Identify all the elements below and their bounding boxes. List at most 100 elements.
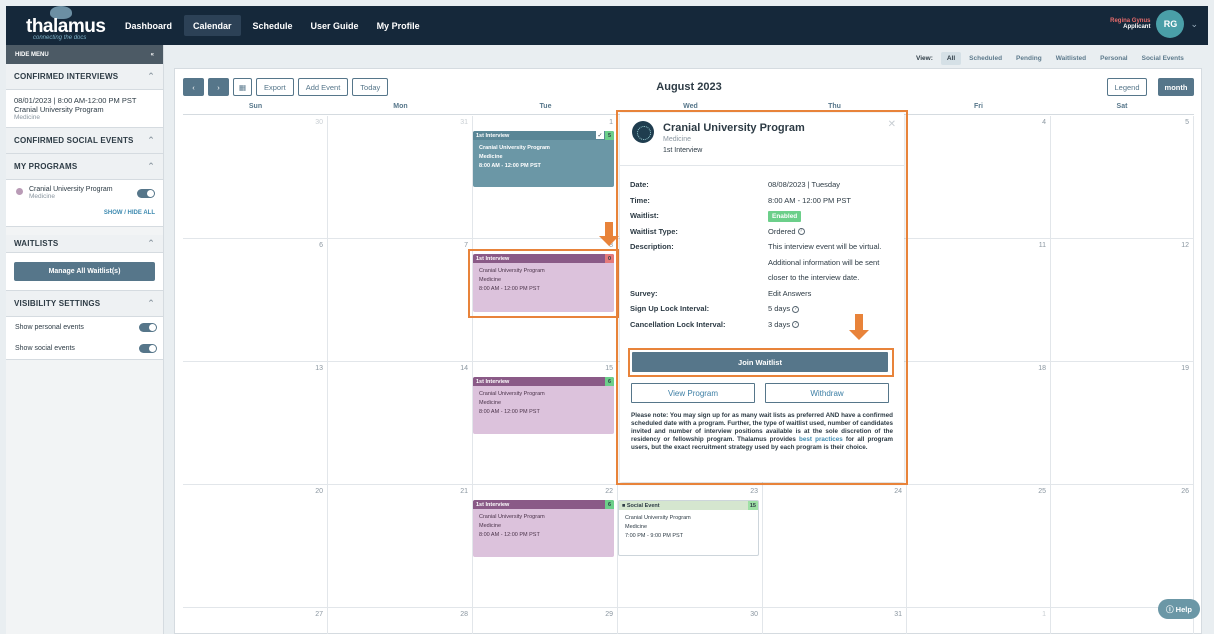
day-number: 30 <box>750 611 758 618</box>
user-role: Applicant <box>1123 24 1151 30</box>
confirmed-social-header[interactable]: CONFIRMED SOCIAL EVENTS ⌃ <box>6 128 163 154</box>
visibility-settings-header[interactable]: VISIBILITY SETTINGS ⌃ <box>6 291 163 317</box>
day-number: 31 <box>894 611 902 618</box>
hide-menu-bar[interactable]: HIDE MENU « <box>6 45 163 64</box>
day-number: 12 <box>1181 242 1189 249</box>
view-waitlisted[interactable]: Waitlisted <box>1050 52 1092 65</box>
day-cell[interactable]: 30 <box>618 608 763 634</box>
day-cell[interactable]: 25 <box>906 485 1051 608</box>
my-programs-header[interactable]: MY PROGRAMS ⌃ <box>6 154 163 180</box>
day-cell[interactable]: 7 <box>328 239 473 362</box>
day-cell[interactable]: 19 <box>1050 362 1194 485</box>
program-visibility-toggle[interactable] <box>137 188 155 198</box>
user-menu[interactable]: Regina Gynus Applicant RG ⌄ <box>1110 10 1198 38</box>
day-number: 18 <box>1038 365 1046 372</box>
event-type: 1st Interview <box>476 501 510 508</box>
day-cell[interactable]: 24 <box>762 485 907 608</box>
day-cell[interactable]: 11 <box>906 239 1051 362</box>
chevron-up-icon[interactable]: ⌃ <box>147 161 155 172</box>
nav-dashboard[interactable]: Dashboard <box>116 6 181 45</box>
weekday-header: Sat <box>1050 103 1194 115</box>
double-chevron-left-icon[interactable]: « <box>151 52 154 58</box>
day-cell[interactable]: 12 <box>1050 239 1194 362</box>
day-number: 7 <box>464 242 468 249</box>
day-cell[interactable]: 18 <box>906 362 1051 485</box>
section-title: VISIBILITY SETTINGS <box>14 299 101 308</box>
day-cell[interactable]: 1 <box>906 608 1051 634</box>
show-social-label: Show social events <box>15 345 75 352</box>
event-aug1-interview[interactable]: 1st Interview ✓ 5 Cranial University Prog… <box>473 131 614 187</box>
highlight-box-popup <box>616 110 908 485</box>
day-number: 20 <box>315 488 323 495</box>
day-cell[interactable]: 14 <box>328 362 473 485</box>
day-cell[interactable]: 28 <box>328 608 473 634</box>
day-cell[interactable]: 20 <box>183 485 328 608</box>
day-cell[interactable]: 27 <box>183 608 328 634</box>
chevron-up-icon[interactable]: ⌃ <box>147 135 155 146</box>
day-number: 15 <box>605 365 613 372</box>
nav-user-guide[interactable]: User Guide <box>302 6 368 45</box>
day-cell[interactable]: 5 <box>1050 116 1194 239</box>
confirmed-interviews-header[interactable]: CONFIRMED INTERVIEWS ⌃ <box>6 64 163 90</box>
chevron-up-icon[interactable]: ⌃ <box>147 71 155 82</box>
event-aug22-interview[interactable]: 1st Interview 6 Cranial University Progra… <box>473 500 614 557</box>
manage-waitlists-button[interactable]: Manage All Waitlist(s) <box>14 262 155 281</box>
day-cell[interactable]: 13 <box>183 362 328 485</box>
chevron-down-icon[interactable]: ⌄ <box>1190 19 1198 30</box>
day-cell[interactable]: 29 <box>473 608 618 634</box>
show-personal-toggle[interactable] <box>139 323 157 332</box>
view-social-events[interactable]: Social Events <box>1136 52 1190 65</box>
section-title: WAITLISTS <box>14 239 59 248</box>
event-type: 1st Interview <box>476 378 510 385</box>
event-aug23-social[interactable]: ■ Social Event 15 Cranial University Prog… <box>618 500 759 556</box>
show-social-row: Show social events <box>6 338 163 360</box>
highlight-box-join <box>628 348 894 377</box>
program-name: Cranial University Program <box>29 186 113 193</box>
view-filter: View: All Scheduled Pending Waitlisted P… <box>916 52 1190 65</box>
view-pending[interactable]: Pending <box>1010 52 1048 65</box>
day-number: 19 <box>1181 365 1189 372</box>
day-number: 28 <box>460 611 468 618</box>
legend-button[interactable]: Legend <box>1107 78 1147 96</box>
day-cell[interactable]: 4 <box>906 116 1051 239</box>
nav-calendar[interactable]: Calendar <box>184 15 241 36</box>
chevron-up-icon[interactable]: ⌃ <box>147 298 155 309</box>
view-all[interactable]: All <box>940 52 962 65</box>
event-program: Cranial University Program <box>479 391 545 397</box>
day-cell[interactable]: 30 <box>183 116 328 239</box>
waitlists-header[interactable]: WAITLISTS ⌃ <box>6 227 163 253</box>
help-button[interactable]: ⓘ Help <box>1158 599 1200 619</box>
weekday-header: Tue <box>473 103 618 115</box>
highlight-box-event <box>468 249 619 318</box>
day-cell[interactable]: 21 <box>328 485 473 608</box>
confirmed-interview-item[interactable]: 08/01/2023 | 8:00 AM-12:00 PM PST Crania… <box>6 90 163 128</box>
help-label: Help <box>1175 604 1192 614</box>
calendar-title: August 2023 <box>656 81 722 93</box>
view-label: View: <box>916 55 933 62</box>
day-cell[interactable]: 31 <box>328 116 473 239</box>
hide-menu-label: HIDE MENU <box>15 51 49 58</box>
show-social-toggle[interactable] <box>139 344 157 353</box>
avatar[interactable]: RG <box>1156 10 1185 38</box>
day-number: 1 <box>1042 611 1046 618</box>
event-specialty: Medicine <box>479 154 503 160</box>
view-personal[interactable]: Personal <box>1094 52 1133 65</box>
weekday-header: Mon <box>328 103 473 115</box>
interview-program: Cranial University Program <box>14 105 104 114</box>
day-cell[interactable]: 31 <box>762 608 907 634</box>
month-view-button[interactable]: month <box>1158 78 1194 96</box>
day-number: 23 <box>750 488 758 495</box>
day-number: 25 <box>1038 488 1046 495</box>
nav-schedule[interactable]: Schedule <box>244 6 302 45</box>
view-scheduled[interactable]: Scheduled <box>963 52 1008 65</box>
check-icon: ✓ <box>596 131 604 139</box>
event-aug15-interview[interactable]: 1st Interview 6 Cranial University Progra… <box>473 377 614 434</box>
event-time: 8:00 AM - 12:00 PM PST <box>479 532 540 538</box>
nav-my-profile[interactable]: My Profile <box>368 6 429 45</box>
day-cell[interactable]: 6 <box>183 239 328 362</box>
show-hide-all-link[interactable]: SHOW / HIDE ALL <box>6 204 163 227</box>
day-cell[interactable]: 26 <box>1050 485 1194 608</box>
day-number: 30 <box>315 119 323 126</box>
thalamus-logo[interactable]: thalamus connecting the docs <box>6 6 116 45</box>
chevron-up-icon[interactable]: ⌃ <box>147 238 155 249</box>
